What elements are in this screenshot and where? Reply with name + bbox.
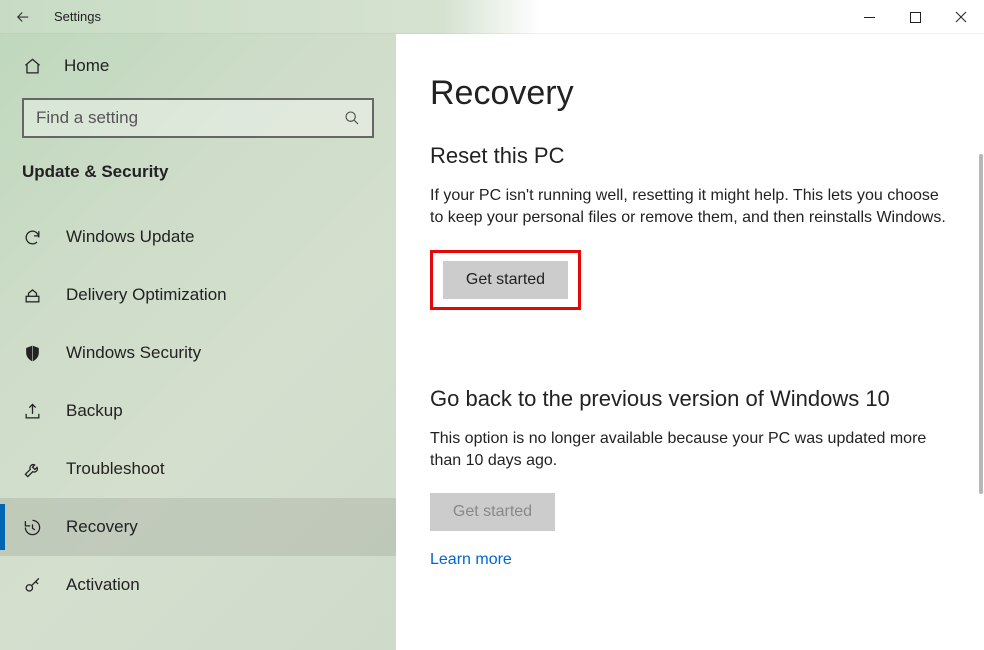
shield-icon xyxy=(22,344,42,363)
nav-label: Backup xyxy=(66,401,123,421)
backup-icon xyxy=(22,402,42,421)
highlight-annotation: Get started xyxy=(430,250,581,310)
window-title: Settings xyxy=(54,9,101,24)
arrow-left-icon xyxy=(14,8,32,26)
goback-section: Go back to the previous version of Windo… xyxy=(430,386,954,569)
main-panel: Recovery Reset this PC If your PC isn't … xyxy=(396,34,984,650)
sidebar: Home Update & Security Windows Update De… xyxy=(0,34,396,650)
sync-icon xyxy=(22,228,42,247)
search-icon xyxy=(344,110,360,126)
nav-label: Windows Security xyxy=(66,343,201,363)
reset-title: Reset this PC xyxy=(430,143,954,169)
content: Home Update & Security Windows Update De… xyxy=(0,34,984,650)
nav-recovery[interactable]: Recovery xyxy=(0,498,396,556)
nav-backup[interactable]: Backup xyxy=(0,382,396,440)
home-nav[interactable]: Home xyxy=(0,34,396,98)
wrench-icon xyxy=(22,460,42,479)
search-input[interactable] xyxy=(36,108,344,128)
close-button[interactable] xyxy=(938,0,984,34)
search-box[interactable] xyxy=(22,98,374,138)
goback-title: Go back to the previous version of Windo… xyxy=(430,386,954,412)
home-icon xyxy=(22,57,42,76)
nav-label: Activation xyxy=(66,575,140,595)
nav-list: Windows Update Delivery Optimization Win… xyxy=(0,208,396,614)
reset-description: If your PC isn't running well, resetting… xyxy=(430,185,950,230)
goback-get-started-button: Get started xyxy=(430,493,555,531)
nav-label: Windows Update xyxy=(66,227,195,247)
nav-troubleshoot[interactable]: Troubleshoot xyxy=(0,440,396,498)
delivery-icon xyxy=(22,286,42,305)
nav-label: Troubleshoot xyxy=(66,459,165,479)
nav-activation[interactable]: Activation xyxy=(0,556,396,614)
titlebar: Settings xyxy=(0,0,984,34)
back-button[interactable] xyxy=(0,0,46,34)
nav-label: Delivery Optimization xyxy=(66,285,227,305)
maximize-icon xyxy=(910,12,921,23)
key-icon xyxy=(22,576,42,595)
reset-get-started-button[interactable]: Get started xyxy=(443,261,568,299)
category-header: Update & Security xyxy=(0,162,396,208)
maximize-button[interactable] xyxy=(892,0,938,34)
nav-windows-update[interactable]: Windows Update xyxy=(0,208,396,266)
page-heading: Recovery xyxy=(430,74,954,113)
nav-delivery-optimization[interactable]: Delivery Optimization xyxy=(0,266,396,324)
close-icon xyxy=(955,11,967,23)
minimize-icon xyxy=(864,12,875,23)
scrollbar[interactable] xyxy=(979,154,983,494)
home-label: Home xyxy=(64,56,109,76)
learn-more-link[interactable]: Learn more xyxy=(430,551,512,569)
goback-description: This option is no longer available becau… xyxy=(430,428,950,473)
window-controls xyxy=(846,0,984,34)
nav-windows-security[interactable]: Windows Security xyxy=(0,324,396,382)
nav-label: Recovery xyxy=(66,517,138,537)
recovery-icon xyxy=(22,518,42,537)
minimize-button[interactable] xyxy=(846,0,892,34)
